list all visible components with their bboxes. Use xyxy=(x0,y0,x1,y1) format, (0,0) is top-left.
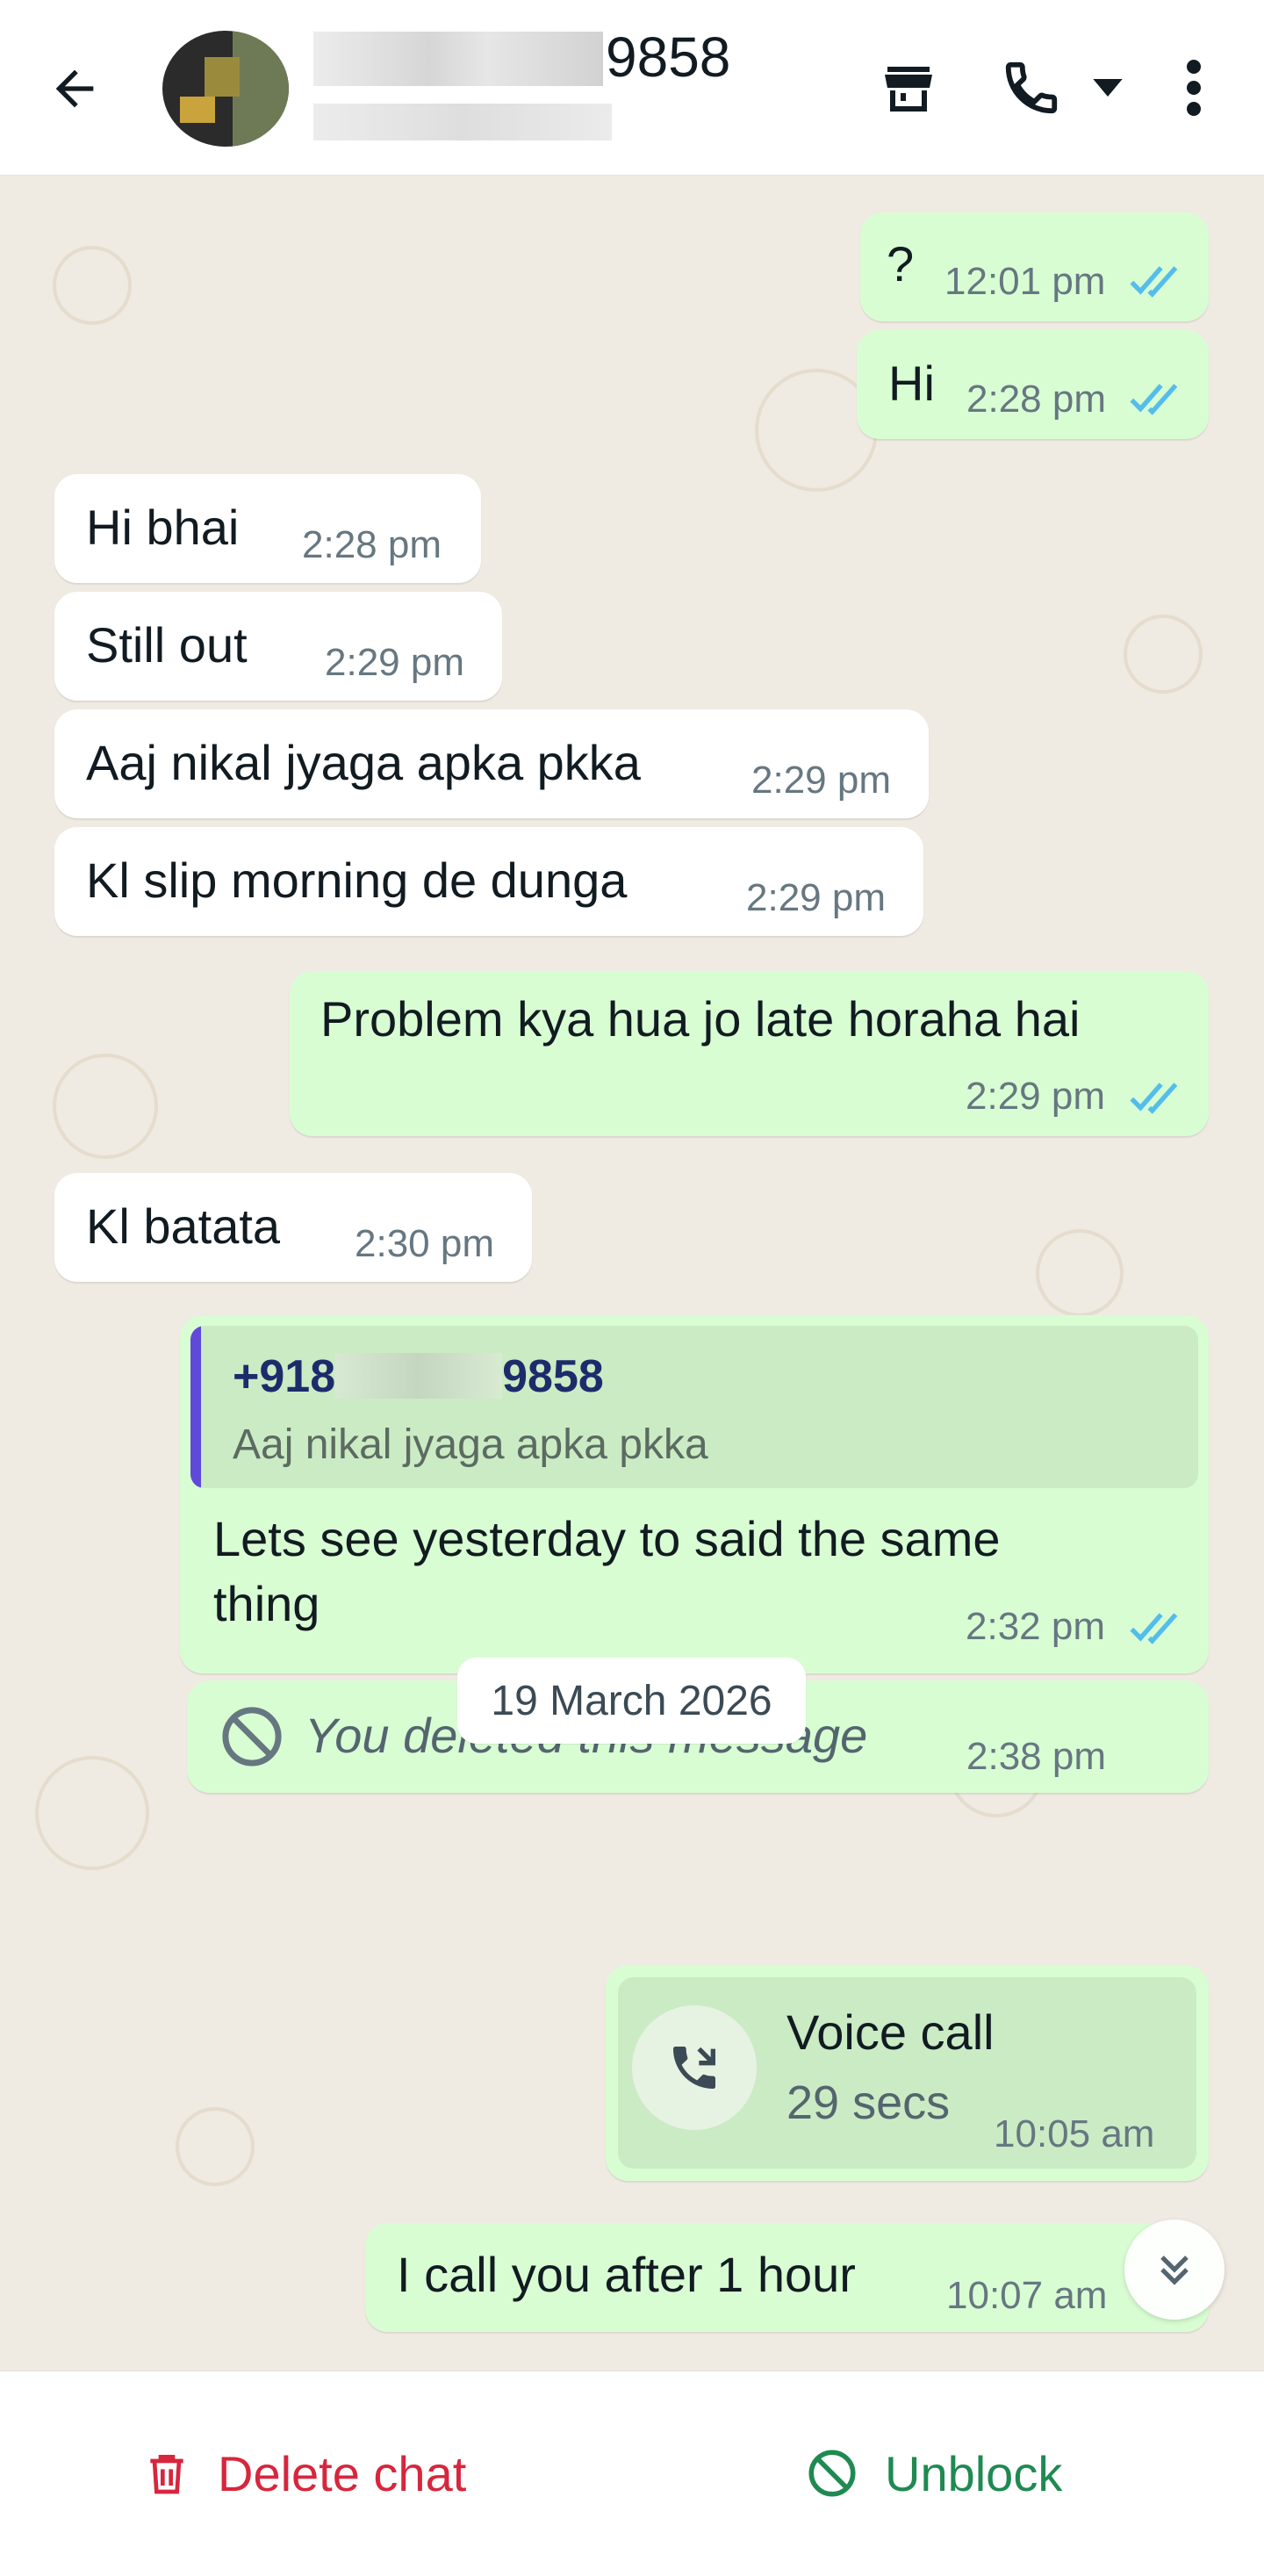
message-outgoing-reply[interactable]: +918 9858 Aaj nikal jyaga apka pkka Lets … xyxy=(180,1315,1209,1673)
message-text-line2: thing xyxy=(213,1576,320,1631)
back-arrow-icon[interactable] xyxy=(44,58,105,119)
avatar[interactable] xyxy=(162,31,289,147)
read-receipt-icon xyxy=(1130,1083,1178,1114)
unblock-icon xyxy=(808,2450,856,2497)
redacted-number xyxy=(335,1353,503,1399)
message-text: Kl slip morning de dunga xyxy=(86,853,628,908)
unblock-label: Unblock xyxy=(885,2445,1063,2501)
message-incoming[interactable]: Kl slip morning de dunga 2:29 pm xyxy=(54,827,923,936)
deleted-icon xyxy=(222,1707,282,1767)
message-time: 2:29 pm xyxy=(746,876,886,919)
message-time: 2:29 pm xyxy=(325,641,464,684)
quoted-message[interactable]: +918 9858 Aaj nikal jyaga apka pkka xyxy=(190,1326,1198,1488)
scroll-down-icon[interactable] xyxy=(1124,2220,1224,2320)
quoted-text: Aaj nikal jyaga apka pkka xyxy=(233,1421,708,1468)
message-text: Hi xyxy=(888,356,935,411)
message-text: I call you after 1 hour xyxy=(397,2247,856,2302)
message-time: 2:29 pm xyxy=(966,1075,1105,1118)
contact-name-redacted xyxy=(313,32,603,86)
more-options-icon[interactable] xyxy=(1167,53,1220,123)
message-text: Still out xyxy=(86,617,248,673)
call-title: Voice call xyxy=(786,2004,995,2060)
message-text-line1: Lets see yesterday to said the same xyxy=(213,1511,1001,1566)
delete-chat-label: Delete chat xyxy=(218,2445,467,2501)
call-duration: 29 secs xyxy=(786,2076,951,2129)
unblock-button[interactable]: Unblock xyxy=(806,2429,1062,2517)
message-text: Hi bhai xyxy=(86,500,240,555)
read-receipt-icon xyxy=(1130,266,1178,298)
message-time: 2:32 pm xyxy=(966,1605,1105,1648)
delete-chat-button[interactable]: Delete chat xyxy=(142,2429,466,2517)
message-outgoing[interactable]: Problem kya hua jo late horaha hai 2:29 … xyxy=(290,971,1209,1136)
shop-icon[interactable] xyxy=(869,53,948,123)
message-time: 2:28 pm xyxy=(302,523,442,566)
call-icon[interactable] xyxy=(992,53,1071,123)
message-time: 10:05 am xyxy=(994,2112,1155,2155)
dropdown-icon[interactable] xyxy=(1088,70,1127,105)
chat-header: 9858 xyxy=(0,0,1264,176)
message-outgoing[interactable]: I call you after 1 hour 10:07 am xyxy=(365,2223,1209,2332)
message-text: Problem kya hua jo late horaha hai xyxy=(320,991,1081,1047)
trash-icon xyxy=(150,2455,183,2494)
message-time: 10:07 am xyxy=(946,2274,1108,2317)
message-time: 2:28 pm xyxy=(966,378,1106,421)
read-receipt-icon xyxy=(1130,384,1178,415)
contact-status-redacted xyxy=(313,104,612,140)
quoted-sender-suffix: 9858 xyxy=(502,1351,604,1402)
date-separator: 19 March 2026 xyxy=(457,1658,806,1744)
message-text: ? xyxy=(887,236,915,291)
missed-call-icon xyxy=(632,2005,757,2130)
message-outgoing[interactable]: ? 12:01 pm xyxy=(860,212,1209,321)
message-time: 2:38 pm xyxy=(966,1735,1106,1778)
message-incoming[interactable]: Hi bhai 2:28 pm xyxy=(54,474,481,583)
voice-call-message[interactable]: Voice call 29 secs 10:05 am xyxy=(606,1965,1209,2181)
message-time: 2:30 pm xyxy=(355,1222,494,1265)
message-text: Kl batata xyxy=(86,1198,281,1254)
quoted-sender: +918 9858 xyxy=(233,1350,604,1403)
voice-call-card[interactable]: Voice call 29 secs 10:05 am xyxy=(618,1977,1196,2169)
message-incoming[interactable]: Still out 2:29 pm xyxy=(54,592,502,701)
message-time: 2:29 pm xyxy=(751,759,891,802)
message-text: Aaj nikal jyaga apka pkka xyxy=(86,735,641,790)
contact-name[interactable]: 9858 xyxy=(606,25,730,90)
message-incoming[interactable]: Aaj nikal jyaga apka pkka 2:29 pm xyxy=(54,709,929,818)
read-receipt-icon xyxy=(1130,1613,1178,1644)
blocked-contact-footer: Delete chat Unblock xyxy=(0,2371,1264,2576)
message-incoming[interactable]: Kl batata 2:30 pm xyxy=(54,1173,532,1282)
message-time: 12:01 pm xyxy=(944,260,1106,303)
message-outgoing[interactable]: Hi 2:28 pm xyxy=(857,330,1209,439)
quoted-sender-prefix: +918 xyxy=(233,1351,336,1402)
